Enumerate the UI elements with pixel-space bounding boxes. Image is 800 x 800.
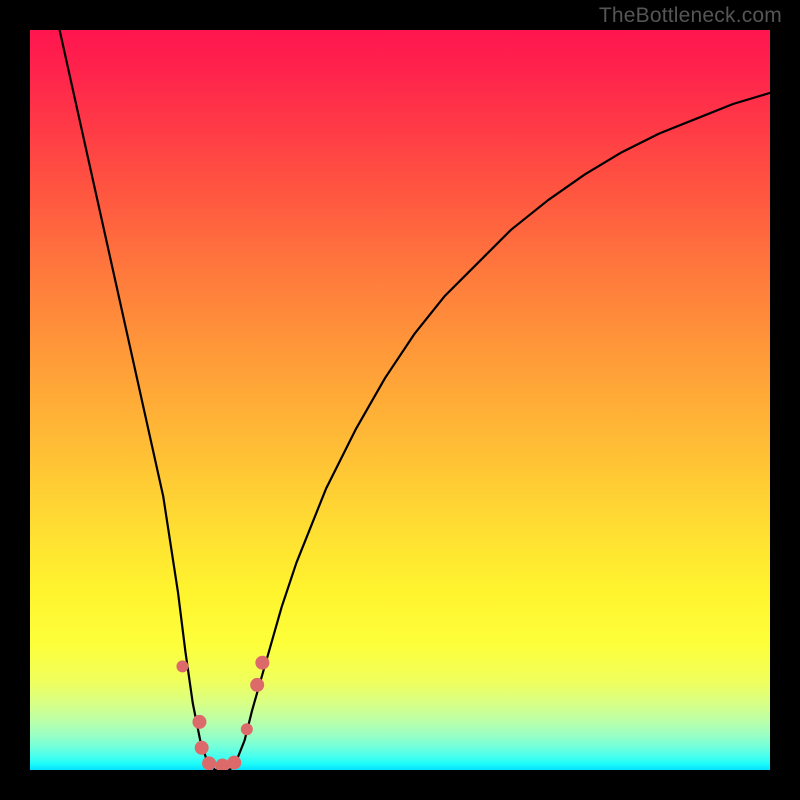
chart-frame: TheBottleneck.com	[0, 0, 800, 800]
curve-marker	[250, 678, 264, 692]
curve-marker	[195, 741, 209, 755]
plot-area	[30, 30, 770, 770]
watermark-text: TheBottleneck.com	[599, 4, 782, 28]
curve-layer	[30, 30, 770, 770]
curve-marker	[202, 756, 216, 770]
curve-marker	[192, 715, 206, 729]
curve-marker	[227, 756, 241, 770]
curve-marker	[241, 723, 253, 735]
curve-marker	[215, 759, 229, 770]
curve-marker	[176, 660, 188, 672]
markers-group	[176, 656, 269, 770]
curve-marker	[255, 656, 269, 670]
bottleneck-curve	[60, 30, 770, 770]
